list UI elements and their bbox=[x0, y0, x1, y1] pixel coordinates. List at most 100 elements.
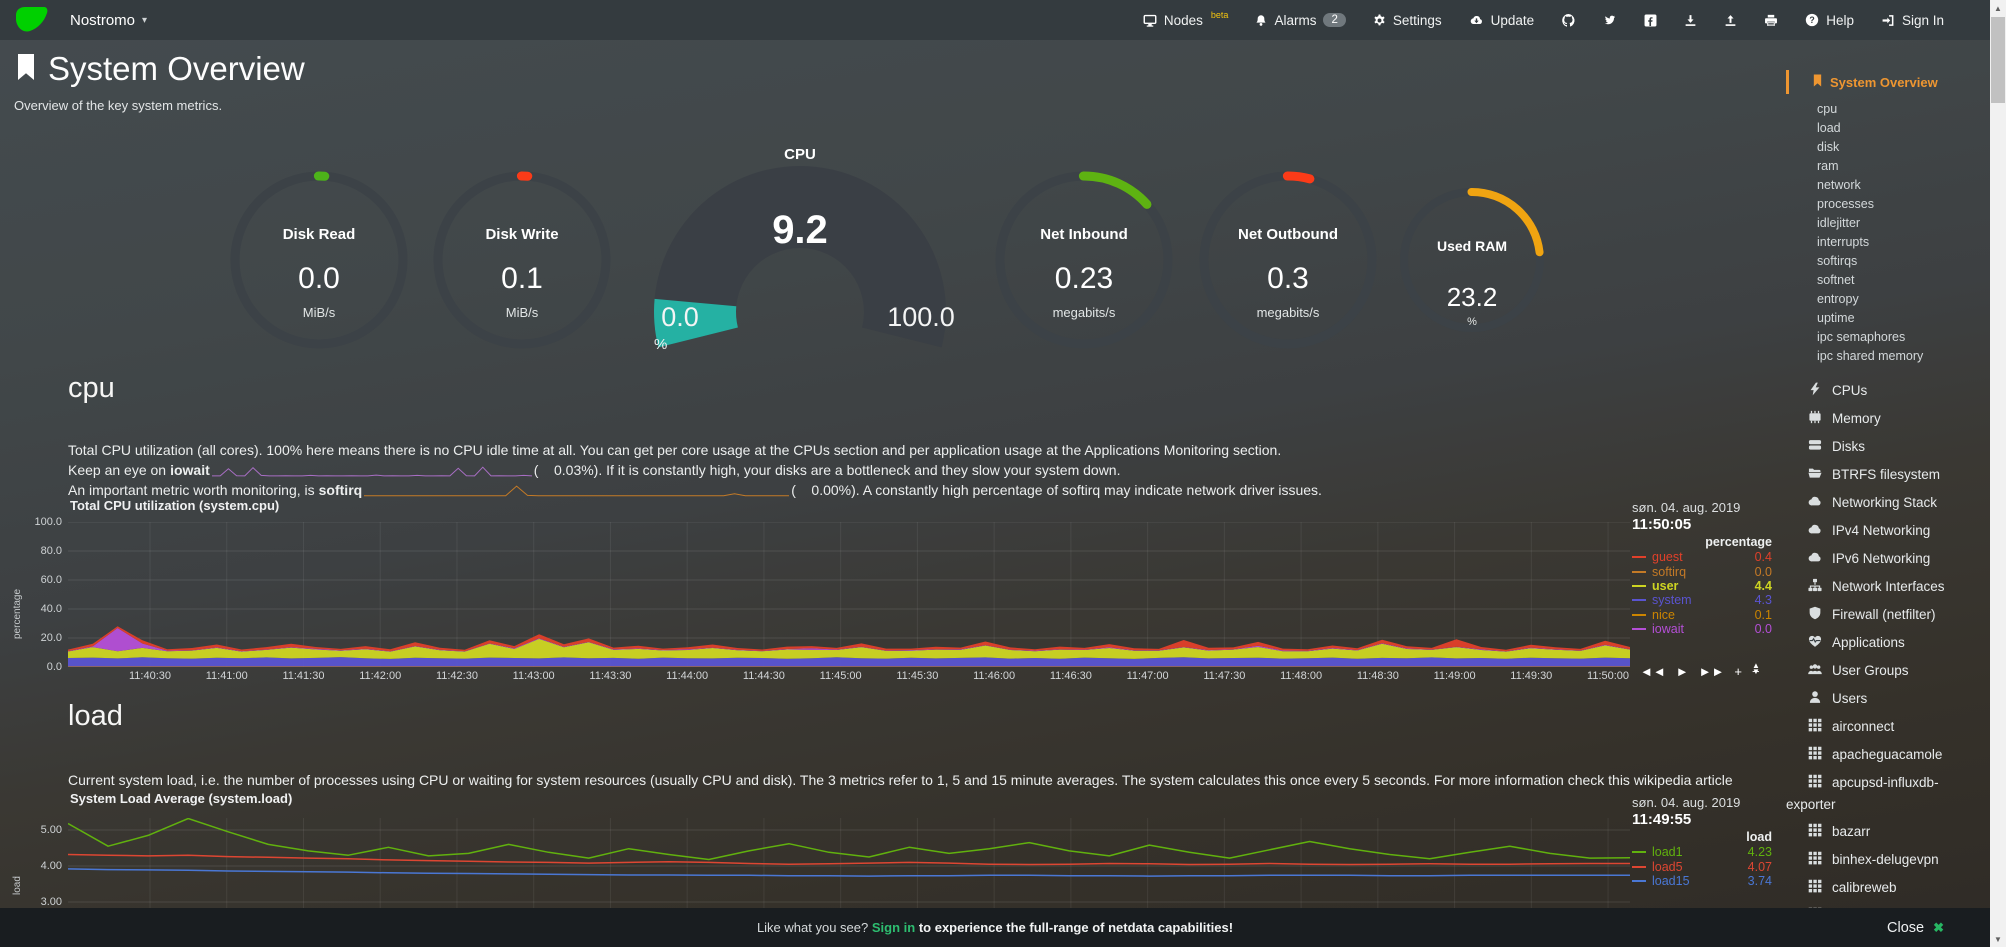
scrollbar-thumb[interactable] bbox=[1991, 17, 2005, 103]
gauge-units: megabits/s bbox=[1198, 305, 1378, 320]
memory-icon bbox=[1808, 409, 1823, 430]
gauge-net-outbound[interactable]: Net Outbound 0.3 megabits/s bbox=[1198, 170, 1378, 350]
sidebar-item-interrupts[interactable]: interrupts bbox=[1786, 233, 1988, 252]
sidebar-item-idlejitter[interactable]: idlejitter bbox=[1786, 214, 1988, 233]
legend-row-load1[interactable]: load14.23 bbox=[1632, 845, 1772, 859]
sidebar-section-ipv4-networking[interactable]: IPv4 Networking bbox=[1786, 520, 1988, 542]
chart-zoom-in-button[interactable]: + bbox=[1734, 664, 1742, 679]
sidebar-section-label: Memory bbox=[1832, 411, 1881, 426]
sidebar-section-calibreweb[interactable]: calibreweb bbox=[1786, 877, 1988, 899]
hostname-dropdown[interactable]: Nostromo ▾ bbox=[70, 12, 147, 29]
sidebar-section-airconnect[interactable]: airconnect bbox=[1786, 716, 1988, 738]
sidebar-item-network[interactable]: network bbox=[1786, 176, 1988, 195]
sidebar-section-firewall-netfilter[interactable]: Firewall (netfilter) bbox=[1786, 604, 1988, 626]
sidebar-section-label: IPv4 Networking bbox=[1832, 523, 1930, 538]
sidebar-section-cpus[interactable]: CPUs bbox=[1786, 380, 1988, 402]
y-tick-label: 4.00 bbox=[41, 860, 62, 872]
gauge-units: % bbox=[654, 336, 667, 353]
sidebar-item-uptime[interactable]: uptime bbox=[1786, 309, 1988, 328]
sidebar-item-cpu[interactable]: cpu bbox=[1786, 100, 1988, 119]
settings-button[interactable]: Settings bbox=[1373, 13, 1442, 28]
gauge-value: 23.2 bbox=[1398, 282, 1546, 313]
cpu-chart-xaxis: 11:40:3011:41:0011:41:3011:42:0011:42:30… bbox=[68, 670, 1630, 684]
facebook-button[interactable] bbox=[1644, 14, 1657, 27]
sidebar-item-ram[interactable]: ram bbox=[1786, 157, 1988, 176]
nodes-button[interactable]: Nodesbeta bbox=[1143, 13, 1229, 28]
sidebar-section-applications[interactable]: Applications bbox=[1786, 632, 1988, 654]
legend-dimension-value: 0.1 bbox=[1755, 608, 1772, 622]
sidebar-section-bazarr[interactable]: bazarr bbox=[1786, 821, 1988, 843]
x-tick-label: 11:41:00 bbox=[195, 670, 259, 682]
close-button[interactable]: Close ✖ bbox=[1887, 920, 1944, 936]
legend-date: søn. 04. aug. 2019 bbox=[1632, 500, 1772, 516]
sidebar-item-disk[interactable]: disk bbox=[1786, 138, 1988, 157]
sign-in-button[interactable]: Sign In bbox=[1881, 13, 1944, 28]
grid-icon bbox=[1808, 850, 1823, 871]
sidebar-section-disks[interactable]: Disks bbox=[1786, 436, 1988, 458]
print-button[interactable] bbox=[1764, 14, 1778, 27]
cloud-icon bbox=[1808, 521, 1823, 542]
gauge-cpu[interactable]: CPU 9.2 0.0 100.0 % bbox=[650, 146, 950, 362]
sidebar-item-load[interactable]: load bbox=[1786, 119, 1988, 138]
heartbeat-icon bbox=[1808, 633, 1823, 654]
sidebar-section-btrfs-filesystem[interactable]: BTRFS filesystem bbox=[1786, 464, 1988, 486]
import-button[interactable] bbox=[1684, 14, 1697, 27]
legend-row-iowait[interactable]: iowait0.0 bbox=[1632, 622, 1772, 636]
sidebar-item-processes[interactable]: processes bbox=[1786, 195, 1988, 214]
legend-row-guest[interactable]: guest0.4 bbox=[1632, 550, 1772, 564]
chart-resize-handle[interactable]: ▲ ▼ bbox=[1752, 663, 1760, 675]
chart-forward-button[interactable]: ►► bbox=[1699, 664, 1725, 679]
chart-play-button[interactable]: ► bbox=[1676, 664, 1689, 679]
sidebar-section-apacheguacamole[interactable]: apacheguacamole bbox=[1786, 744, 1988, 766]
sidebar-section-memory[interactable]: Memory bbox=[1786, 408, 1988, 430]
legend-row-load5[interactable]: load54.07 bbox=[1632, 859, 1772, 873]
chart-rewind-button[interactable]: ◄◄ bbox=[1640, 664, 1666, 679]
sidebar-section-user-groups[interactable]: User Groups bbox=[1786, 660, 1988, 682]
twitter-button[interactable] bbox=[1603, 14, 1617, 26]
legend-date: søn. 04. aug. 2019 bbox=[1632, 795, 1772, 811]
sidebar-subitems: cpuloaddiskramnetworkprocessesidlejitter… bbox=[1786, 100, 1988, 366]
footer-banner: Like what you see? Sign in to experience… bbox=[0, 908, 1990, 947]
footer-sign-in-link[interactable]: Sign in bbox=[872, 920, 915, 935]
sidebar-item-softnet[interactable]: softnet bbox=[1786, 271, 1988, 290]
sidebar-section-users[interactable]: Users bbox=[1786, 688, 1988, 710]
sidebar-section-networking-stack[interactable]: Networking Stack bbox=[1786, 492, 1988, 514]
update-button[interactable]: Update bbox=[1469, 13, 1535, 28]
legend-dimension-value: 4.3 bbox=[1755, 593, 1772, 607]
sidebar-section-binhex-delugevpn[interactable]: binhex-delugevpn bbox=[1786, 849, 1988, 871]
load-chart-title: System Load Average (system.load) bbox=[70, 791, 292, 806]
cpu-description-line1: Total CPU utilization (all cores). 100% … bbox=[68, 440, 1768, 460]
alarms-button[interactable]: Alarms 2 bbox=[1255, 13, 1345, 28]
gauge-net-inbound[interactable]: Net Inbound 0.23 megabits/s bbox=[994, 170, 1174, 350]
export-button[interactable] bbox=[1724, 14, 1737, 27]
legend-dimension-name: guest bbox=[1652, 550, 1683, 564]
sidebar-item-system-overview[interactable]: System Overview bbox=[1786, 70, 1988, 94]
cpu-chart-title: Total CPU utilization (system.cpu) bbox=[70, 498, 279, 513]
legend-row-system[interactable]: system4.3 bbox=[1632, 593, 1772, 607]
legend-row-load15[interactable]: load153.74 bbox=[1632, 874, 1772, 888]
github-button[interactable] bbox=[1561, 13, 1576, 28]
gauge-units: MiB/s bbox=[229, 305, 409, 320]
sidebar-section-ipv6-networking[interactable]: IPv6 Networking bbox=[1786, 548, 1988, 570]
x-tick-label: 11:50:00 bbox=[1576, 670, 1640, 682]
y-tick-label: 5.00 bbox=[41, 824, 62, 836]
legend-row-nice[interactable]: nice0.1 bbox=[1632, 608, 1772, 622]
sidebar-item-entropy[interactable]: entropy bbox=[1786, 290, 1988, 309]
gauge-disk-write[interactable]: Disk Write 0.1 MiB/s bbox=[432, 170, 612, 350]
help-button[interactable]: ? Help bbox=[1805, 13, 1854, 28]
legend-row-user[interactable]: user4.4 bbox=[1632, 579, 1772, 593]
legend-dimension-name: load5 bbox=[1652, 860, 1683, 874]
scroll-up-arrow[interactable]: ▲ bbox=[1990, 0, 2006, 16]
gauge-disk-read[interactable]: Disk Read 0.0 MiB/s bbox=[229, 170, 409, 350]
gauge-used-ram[interactable]: Used RAM 23.2 % bbox=[1398, 186, 1546, 334]
sidebar-item-ipc-semaphores[interactable]: ipc semaphores bbox=[1786, 328, 1988, 347]
legend-row-softirq[interactable]: softirq0.0 bbox=[1632, 564, 1772, 578]
cpu-chart-canvas[interactable] bbox=[68, 522, 1630, 667]
sidebar-section-label: Network Interfaces bbox=[1832, 579, 1945, 594]
netdata-logo-icon[interactable] bbox=[14, 5, 48, 35]
sidebar-section-network-interfaces[interactable]: Network Interfaces bbox=[1786, 576, 1988, 598]
sidebar-item-softirqs[interactable]: softirqs bbox=[1786, 252, 1988, 271]
scroll-down-arrow[interactable]: ▼ bbox=[1990, 931, 2006, 947]
sidebar-item-ipc-shared-memory[interactable]: ipc shared memory bbox=[1786, 347, 1988, 366]
sidebar-section-apcupsd-influxdb-exporter[interactable]: apcupsd-influxdb-exporter bbox=[1786, 772, 1988, 815]
